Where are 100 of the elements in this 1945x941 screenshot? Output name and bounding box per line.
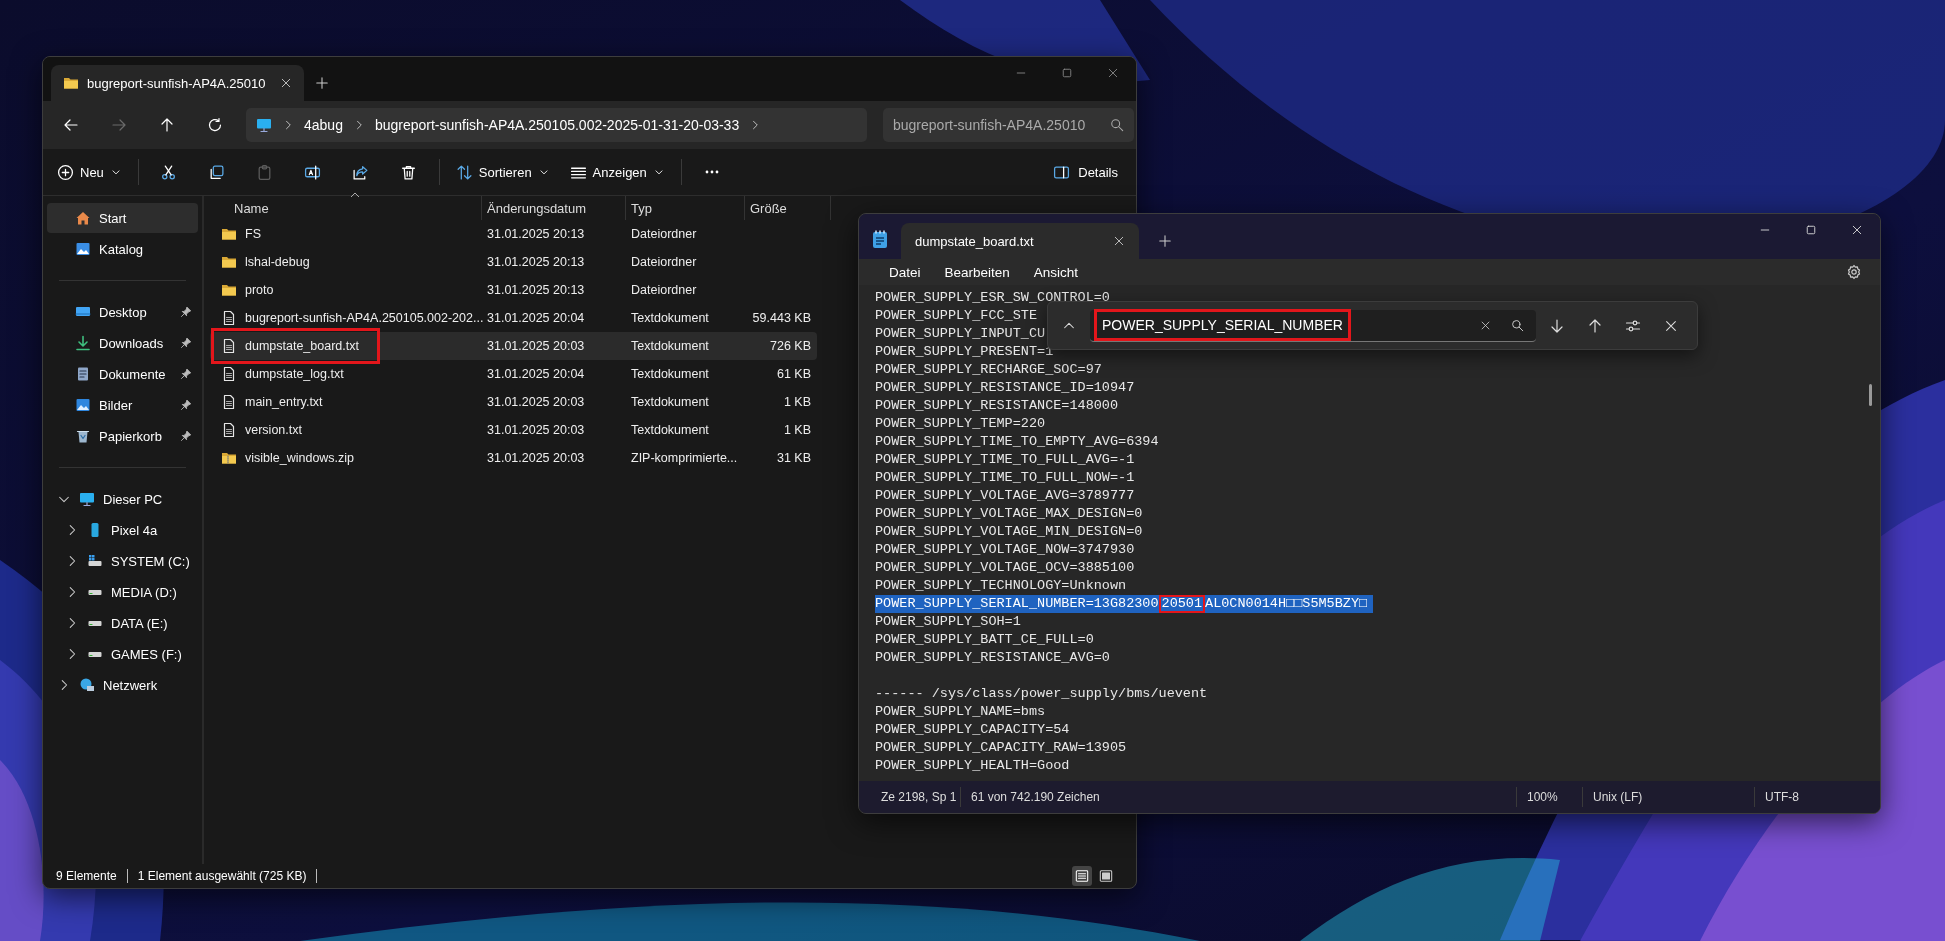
tree-item[interactable]: MEDIA (D:) (47, 577, 198, 607)
file-row[interactable]: dumpstate_log.txt 31.01.2025 20:04 Textdokument 61 KB (210, 360, 817, 388)
document-icon (221, 394, 237, 410)
status-text: 1 Element ausgewählt (725 KB) (137, 869, 307, 883)
new-button[interactable]: Neu (51, 155, 128, 189)
file-size: 1 KB (782, 423, 812, 437)
back-arrow-icon (63, 117, 79, 133)
text-line: POWER_SUPPLY_VOLTAGE_NOW=3747930 (875, 541, 1135, 559)
tree-item[interactable]: DATA (E:) (47, 608, 198, 638)
folder-icon (63, 75, 79, 91)
modified-date: 31.01.2025 20:04 (486, 367, 586, 381)
column-header[interactable]: Größe (745, 196, 831, 220)
document-tab[interactable]: dumpstate_board.txt (901, 223, 1139, 259)
file-row[interactable]: FS 31.01.2025 20:13 Dateiordner (210, 220, 817, 248)
plus-icon (1158, 234, 1172, 248)
scissors-icon (160, 163, 178, 181)
details-view-button[interactable] (1072, 866, 1092, 886)
find-field[interactable]: POWER_SUPPLY_SERIAL_NUMBER (1090, 309, 1536, 342)
modified-date: 31.01.2025 20:03 (486, 423, 586, 437)
menu-item[interactable]: Datei (879, 261, 931, 283)
sidebar-item[interactable]: Desktop (47, 297, 198, 327)
sidebar-item[interactable]: Downloads (47, 328, 198, 358)
breadcrumb[interactable]: bugreport-sunfish-AP4A.250105.002-2025-01-31-20-03-33 (374, 117, 740, 133)
status-text: UTF-8 (1754, 787, 1880, 807)
details-view-icon (1075, 869, 1089, 883)
sidebar-item[interactable]: Papierkorb (47, 421, 198, 451)
sidebar-item[interactable]: Katalog (47, 234, 198, 264)
status-text: Unix (LF) (1582, 787, 1754, 807)
text-line: POWER_SUPPLY_TEMP=220 (875, 415, 1046, 433)
file-row[interactable]: lshal-debug 31.01.2025 20:13 Dateiordner (210, 248, 817, 276)
sort-button[interactable]: Sortieren (449, 155, 556, 189)
text-line: POWER_SUPPLY_TIME_TO_FULL_NOW=-1 (875, 469, 1135, 487)
file-name: dumpstate_log.txt (245, 367, 344, 381)
file-name: version.txt (245, 423, 302, 437)
text-line: POWER_SUPPLY_INPUT_CU (875, 325, 1046, 343)
close-icon (1107, 67, 1119, 79)
sidebar-item[interactable]: Bilder (47, 390, 198, 420)
text-line: POWER_SUPPLY_SOH=1 (875, 613, 1021, 631)
modified-date: 31.01.2025 20:04 (486, 311, 586, 325)
sidebar-item[interactable]: Start (47, 203, 198, 233)
file-row[interactable]: proto 31.01.2025 20:13 Dateiordner (210, 276, 817, 304)
sort-icon (455, 163, 473, 181)
document-icon (221, 310, 237, 326)
text-line: POWER_SUPPLY_RESISTANCE=148000 (875, 397, 1119, 415)
file-row[interactable]: main_entry.txt 31.01.2025 20:03 Textdokument 1 KB (210, 388, 817, 416)
menu-item[interactable]: Ansicht (1023, 261, 1089, 283)
menu-item[interactable]: Bearbeiten (934, 261, 1020, 283)
file-type: Textdokument (630, 423, 710, 437)
file-size: 726 KB (769, 339, 812, 353)
scrollbar-thumb[interactable] (1869, 384, 1872, 406)
tree-item[interactable]: SYSTEM (C:) (47, 546, 198, 576)
drive-icon (87, 553, 103, 569)
up-arrow-icon (1587, 317, 1603, 334)
close-icon (1851, 224, 1863, 236)
copy-icon (208, 163, 226, 181)
text-line: POWER_SUPPLY_VOLTAGE_AVG=3789777 (875, 487, 1135, 505)
document-icon (221, 338, 237, 354)
tree-item[interactable]: Netzwerk (47, 670, 198, 700)
file-type: Textdokument (630, 339, 710, 353)
document-icon (221, 366, 237, 382)
notepad-icon (871, 228, 889, 249)
view-button[interactable]: Anzeigen (563, 155, 671, 189)
search-field[interactable]: bugreport-sunfish-AP4A.25010 (883, 108, 1134, 142)
up-arrow-icon (159, 117, 175, 133)
sidebar-item[interactable]: Dokumente (47, 359, 198, 389)
file-type: Dateiordner (630, 227, 698, 241)
trash-icon (400, 163, 418, 181)
details-button[interactable]: Details (1043, 155, 1128, 189)
text-line: POWER_SUPPLY_VOLTAGE_OCV=3885100 (875, 559, 1135, 577)
tree-item[interactable]: GAMES (F:) (47, 639, 198, 669)
column-header[interactable]: Änderungsdatum (482, 196, 626, 220)
column-header[interactable]: Name (218, 196, 482, 220)
maximize-icon (1805, 224, 1817, 236)
text-line: POWER_SUPPLY_PRESENT=1 (875, 343, 1054, 361)
share-icon (352, 163, 370, 181)
tree-item[interactable]: Dieser PC (47, 484, 198, 514)
modified-date: 31.01.2025 20:03 (486, 451, 586, 465)
folder-icon (221, 254, 237, 270)
modified-date: 31.01.2025 20:13 (486, 227, 586, 241)
file-row[interactable]: visible_windows.zip 31.01.2025 20:03 ZIP-komprimierte... 31 KB (210, 444, 817, 472)
file-size: 61 KB (775, 367, 812, 381)
column-header[interactable]: Typ (626, 196, 745, 220)
refresh-icon (207, 117, 223, 133)
file-row[interactable]: bugreport-sunfish-AP4A.250105.002-202... 31.01.2025 20:04 Textdokument 59.443 KB (210, 304, 817, 332)
text-line: POWER_SUPPLY_VOLTAGE_MIN_DESIGN=0 (875, 523, 1143, 541)
file-row[interactable]: version.txt 31.01.2025 20:03 Textdokument 1 KB (210, 416, 817, 444)
file-type: Textdokument (630, 395, 710, 409)
zip-folder-icon (221, 450, 237, 466)
tree-item[interactable]: Pixel 4a (47, 515, 198, 545)
search-icon (1110, 118, 1124, 132)
address-bar[interactable]: 4abug bugreport-sunfish-AP4A.250105.002-2025-01-31-20-03-33 (246, 108, 867, 142)
plus-circle-icon (57, 163, 74, 181)
documents-icon (75, 366, 91, 382)
file-name: main_entry.txt (245, 395, 323, 409)
breadcrumb[interactable]: 4abug (304, 117, 343, 133)
house-icon (75, 210, 91, 226)
folder-tab[interactable]: bugreport-sunfish-AP4A.25010 (51, 65, 304, 101)
file-type: Textdokument (630, 311, 710, 325)
forward-arrow-icon (111, 117, 127, 133)
file-type: Dateiordner (630, 255, 698, 269)
